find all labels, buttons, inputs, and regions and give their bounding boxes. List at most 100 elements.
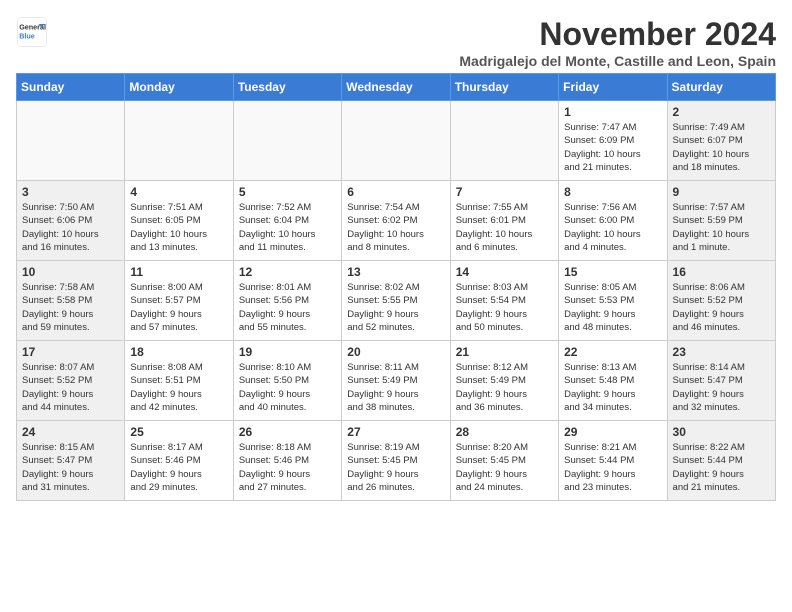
day-info: Sunrise: 7:58 AM Sunset: 5:58 PM Dayligh… [22, 281, 119, 334]
day-cell: 24 Sunrise: 8:15 AM Sunset: 5:47 PM Dayli… [17, 421, 125, 501]
day-cell: 17Sunrise: 8:07 AM Sunset: 5:52 PM Dayli… [17, 341, 125, 421]
day-number: 22 [564, 345, 661, 359]
title-area: November 2024 Madrigalejo del Monte, Cas… [459, 16, 776, 69]
header: General Blue November 2024 Madrigalejo d… [16, 16, 776, 69]
day-info: Sunrise: 7:57 AM Sunset: 5:59 PM Dayligh… [673, 201, 770, 254]
day-number: 15 [564, 265, 661, 279]
day-info: Sunrise: 8:03 AM Sunset: 5:54 PM Dayligh… [456, 281, 553, 334]
day-number: 24 [22, 425, 119, 439]
day-cell: 20 Sunrise: 8:11 AM Sunset: 5:49 PM Dayli… [342, 341, 450, 421]
day-cell: 9 Sunrise: 7:57 AM Sunset: 5:59 PM Daylig… [667, 181, 775, 261]
day-info: Sunrise: 8:22 AM Sunset: 5:44 PM Dayligh… [673, 441, 770, 494]
day-cell: 14 Sunrise: 8:03 AM Sunset: 5:54 PM Dayli… [450, 261, 558, 341]
day-number: 27 [347, 425, 444, 439]
logo-icon: General Blue [16, 16, 48, 48]
day-cell [125, 101, 233, 181]
day-info: Sunrise: 8:20 AM Sunset: 5:45 PM Dayligh… [456, 441, 553, 494]
day-info: Sunrise: 7:56 AM Sunset: 6:00 PM Dayligh… [564, 201, 661, 254]
day-number: 9 [673, 185, 770, 199]
day-cell: 12 Sunrise: 8:01 AM Sunset: 5:56 PM Dayli… [233, 261, 341, 341]
day-cell [342, 101, 450, 181]
day-cell: 6 Sunrise: 7:54 AM Sunset: 6:02 PM Daylig… [342, 181, 450, 261]
subtitle: Madrigalejo del Monte, Castille and Leon… [459, 53, 776, 69]
day-cell [450, 101, 558, 181]
day-cell: 27 Sunrise: 8:19 AM Sunset: 5:45 PM Dayli… [342, 421, 450, 501]
day-number: 10 [22, 265, 119, 279]
day-number: 30 [673, 425, 770, 439]
day-number: 14 [456, 265, 553, 279]
day-number: 26 [239, 425, 336, 439]
header-row: SundayMondayTuesdayWednesdayThursdayFrid… [17, 74, 776, 101]
day-cell: 4 Sunrise: 7:51 AM Sunset: 6:05 PM Daylig… [125, 181, 233, 261]
day-cell: 15Sunrise: 8:05 AM Sunset: 5:53 PM Dayli… [559, 261, 667, 341]
day-info: Sunrise: 8:18 AM Sunset: 5:46 PM Dayligh… [239, 441, 336, 494]
logo: General Blue [16, 16, 48, 48]
day-number: 1 [564, 105, 661, 119]
day-info: Sunrise: 8:13 AM Sunset: 5:48 PM Dayligh… [564, 361, 661, 414]
day-number: 17 [22, 345, 119, 359]
day-number: 7 [456, 185, 553, 199]
day-number: 21 [456, 345, 553, 359]
day-info: Sunrise: 8:02 AM Sunset: 5:55 PM Dayligh… [347, 281, 444, 334]
day-cell: 22 Sunrise: 8:13 AM Sunset: 5:48 PM Dayli… [559, 341, 667, 421]
header-cell-saturday: Saturday [667, 74, 775, 101]
day-number: 6 [347, 185, 444, 199]
day-cell: 13 Sunrise: 8:02 AM Sunset: 5:55 PM Dayli… [342, 261, 450, 341]
day-cell: 26 Sunrise: 8:18 AM Sunset: 5:46 PM Dayli… [233, 421, 341, 501]
svg-text:General: General [19, 23, 46, 32]
day-number: 23 [673, 345, 770, 359]
header-cell-friday: Friday [559, 74, 667, 101]
day-number: 8 [564, 185, 661, 199]
header-cell-sunday: Sunday [17, 74, 125, 101]
day-cell: 7 Sunrise: 7:55 AM Sunset: 6:01 PM Daylig… [450, 181, 558, 261]
day-number: 4 [130, 185, 227, 199]
day-info: Sunrise: 8:01 AM Sunset: 5:56 PM Dayligh… [239, 281, 336, 334]
header-cell-thursday: Thursday [450, 74, 558, 101]
day-info: Sunrise: 7:54 AM Sunset: 6:02 PM Dayligh… [347, 201, 444, 254]
day-cell: 1 Sunrise: 7:47 AM Sunset: 6:09 PM Daylig… [559, 101, 667, 181]
day-number: 12 [239, 265, 336, 279]
day-cell [17, 101, 125, 181]
day-info: Sunrise: 7:47 AM Sunset: 6:09 PM Dayligh… [564, 121, 661, 174]
day-cell: 19 Sunrise: 8:10 AM Sunset: 5:50 PM Dayli… [233, 341, 341, 421]
day-cell: 11 Sunrise: 8:00 AM Sunset: 5:57 PM Dayli… [125, 261, 233, 341]
day-number: 11 [130, 265, 227, 279]
day-cell: 28 Sunrise: 8:20 AM Sunset: 5:45 PM Dayli… [450, 421, 558, 501]
day-info: Sunrise: 8:21 AM Sunset: 5:44 PM Dayligh… [564, 441, 661, 494]
header-cell-monday: Monday [125, 74, 233, 101]
header-cell-tuesday: Tuesday [233, 74, 341, 101]
day-cell: 16Sunrise: 8:06 AM Sunset: 5:52 PM Dayli… [667, 261, 775, 341]
week-row-1: 3 Sunrise: 7:50 AM Sunset: 6:06 PM Daylig… [17, 181, 776, 261]
day-number: 25 [130, 425, 227, 439]
day-cell: 18 Sunrise: 8:08 AM Sunset: 5:51 PM Dayli… [125, 341, 233, 421]
day-info: Sunrise: 8:00 AM Sunset: 5:57 PM Dayligh… [130, 281, 227, 334]
day-number: 3 [22, 185, 119, 199]
month-title: November 2024 [459, 16, 776, 53]
day-info: Sunrise: 8:11 AM Sunset: 5:49 PM Dayligh… [347, 361, 444, 414]
day-number: 28 [456, 425, 553, 439]
day-number: 5 [239, 185, 336, 199]
day-cell: 21Sunrise: 8:12 AM Sunset: 5:49 PM Dayli… [450, 341, 558, 421]
day-cell: 30 Sunrise: 8:22 AM Sunset: 5:44 PM Dayli… [667, 421, 775, 501]
day-number: 18 [130, 345, 227, 359]
day-info: Sunrise: 7:49 AM Sunset: 6:07 PM Dayligh… [673, 121, 770, 174]
day-info: Sunrise: 8:10 AM Sunset: 5:50 PM Dayligh… [239, 361, 336, 414]
day-number: 2 [673, 105, 770, 119]
day-number: 20 [347, 345, 444, 359]
day-info: Sunrise: 8:06 AM Sunset: 5:52 PM Dayligh… [673, 281, 770, 334]
day-info: Sunrise: 7:50 AM Sunset: 6:06 PM Dayligh… [22, 201, 119, 254]
day-info: Sunrise: 8:15 AM Sunset: 5:47 PM Dayligh… [22, 441, 119, 494]
day-info: Sunrise: 8:17 AM Sunset: 5:46 PM Dayligh… [130, 441, 227, 494]
svg-text:Blue: Blue [19, 31, 35, 40]
day-info: Sunrise: 7:51 AM Sunset: 6:05 PM Dayligh… [130, 201, 227, 254]
day-info: Sunrise: 8:14 AM Sunset: 5:47 PM Dayligh… [673, 361, 770, 414]
day-number: 29 [564, 425, 661, 439]
day-number: 13 [347, 265, 444, 279]
day-info: Sunrise: 8:08 AM Sunset: 5:51 PM Dayligh… [130, 361, 227, 414]
day-info: Sunrise: 8:19 AM Sunset: 5:45 PM Dayligh… [347, 441, 444, 494]
day-number: 19 [239, 345, 336, 359]
week-row-2: 10 Sunrise: 7:58 AM Sunset: 5:58 PM Dayli… [17, 261, 776, 341]
day-cell: 29 Sunrise: 8:21 AM Sunset: 5:44 PM Dayli… [559, 421, 667, 501]
day-info: Sunrise: 7:55 AM Sunset: 6:01 PM Dayligh… [456, 201, 553, 254]
week-row-3: 17Sunrise: 8:07 AM Sunset: 5:52 PM Dayli… [17, 341, 776, 421]
